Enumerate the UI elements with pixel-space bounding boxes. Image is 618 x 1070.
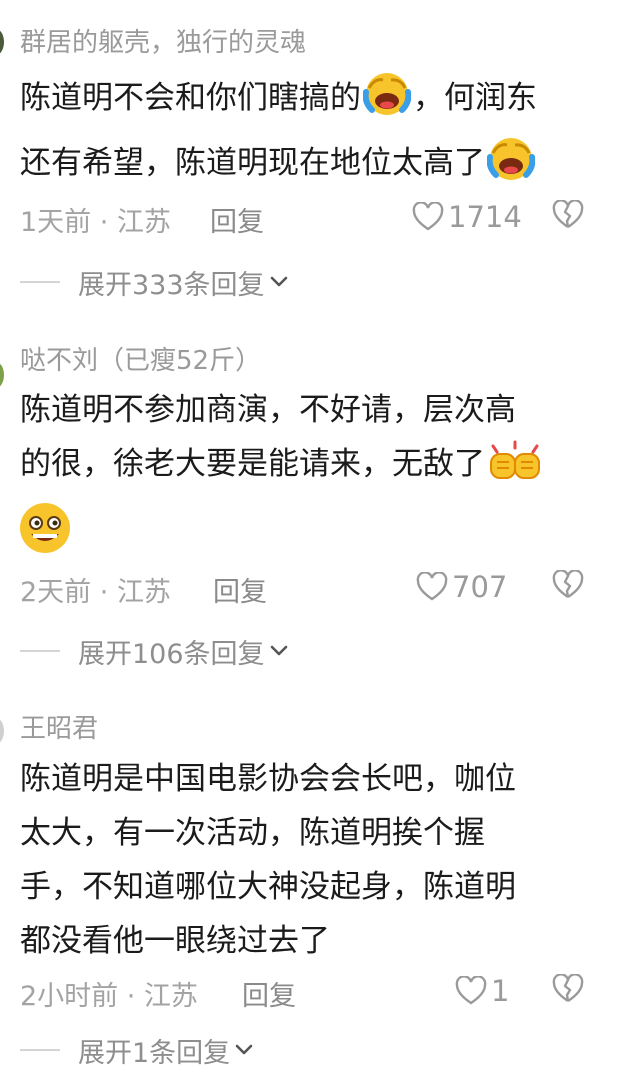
chevron-down-icon [270,276,287,287]
fist-bump-emoji [487,440,543,501]
comment-line: 太大，有一次活动，陈道明挨个握 [20,815,485,851]
comment-line: 手，不知道哪位大神没起身，陈道明 [20,869,516,905]
time-location: 2小时前 · 江苏 [20,981,198,1012]
chevron-down-icon [270,645,287,656]
like-count: 707 [452,570,508,604]
expand-replies-label: 展开106条回复 [78,638,265,670]
like-count: 1 [491,974,510,1008]
comment-line: 都没看他一眼绕过去了 [20,923,330,959]
username[interactable]: 王昭君 [20,708,98,745]
comment-text: 陈道明是中国电影协会会长吧，咖位 太大，有一次活动，陈道明挨个握 手，不知道哪位… [20,752,595,968]
comment-text: 陈道明不参加商演，不好请，层次高 的很，徐老大要是能请来，无敌了 [20,383,595,572]
comment-line: 的很，徐老大要是能请来，无敌了 [20,437,595,501]
divider-line [20,1049,60,1051]
like-count: 1714 [448,200,522,234]
laugh-cry-emoji [362,70,412,135]
heart-icon [416,572,448,601]
reply-button[interactable]: 回复 [213,570,267,609]
divider-line [20,281,60,283]
broken-heart-icon [552,199,584,228]
dislike-button[interactable] [552,569,584,607]
broken-heart-icon [552,569,584,598]
heart-icon [455,976,487,1005]
divider-line [20,650,60,652]
time-location: 1天前 · 江苏 [20,207,171,238]
comment-line: 陈道明是中国电影协会会长吧，咖位 [20,761,516,797]
reply-button[interactable]: 回复 [210,200,264,239]
dislike-button[interactable] [552,199,584,237]
chevron-down-icon [235,1044,253,1055]
avatar[interactable] [0,362,4,388]
like-button[interactable]: 707 [416,570,507,604]
like-button[interactable]: 1714 [412,200,522,234]
expand-replies[interactable]: 展开1条回复 [20,1030,254,1070]
like-button[interactable]: 1 [455,974,509,1008]
avatar[interactable] [0,29,4,55]
expand-replies[interactable]: 展开333条回复 [20,262,289,302]
expand-replies[interactable]: 展开106条回复 [20,631,289,671]
expand-replies-label: 展开333条回复 [78,269,265,301]
heart-icon [412,202,444,231]
comment-line: 还有希望，陈道明现在地位太高了 [20,135,595,200]
comment-meta: 1天前 · 江苏 回复 1714 [20,199,618,240]
broken-heart-icon [552,973,584,1002]
reply-button[interactable]: 回复 [242,974,296,1013]
comment-line [18,501,595,572]
time-location: 2天前 · 江苏 [20,577,171,608]
expand-replies-label: 展开1条回复 [78,1037,231,1069]
comment-meta: 2天前 · 江苏 回复 707 [20,569,618,610]
dislike-button[interactable] [552,973,584,1011]
comment-line: 陈道明不会和你们瞎搞的 ，何润东 [20,70,595,135]
laugh-cry-emoji [486,135,536,200]
comment-text: 陈道明不会和你们瞎搞的 ，何润东 还有希望，陈道明现在地位太高了 [20,70,595,200]
username[interactable]: 哒不刘（已瘦52斤） [20,340,261,377]
grin-emoji [18,501,72,572]
comment-meta: 2小时前 · 江苏 回复 1 [20,973,618,1014]
avatar[interactable] [0,718,4,744]
comment-line: 陈道明不参加商演，不好请，层次高 [20,392,516,428]
username[interactable]: 群居的躯壳，独行的灵魂 [20,22,306,59]
